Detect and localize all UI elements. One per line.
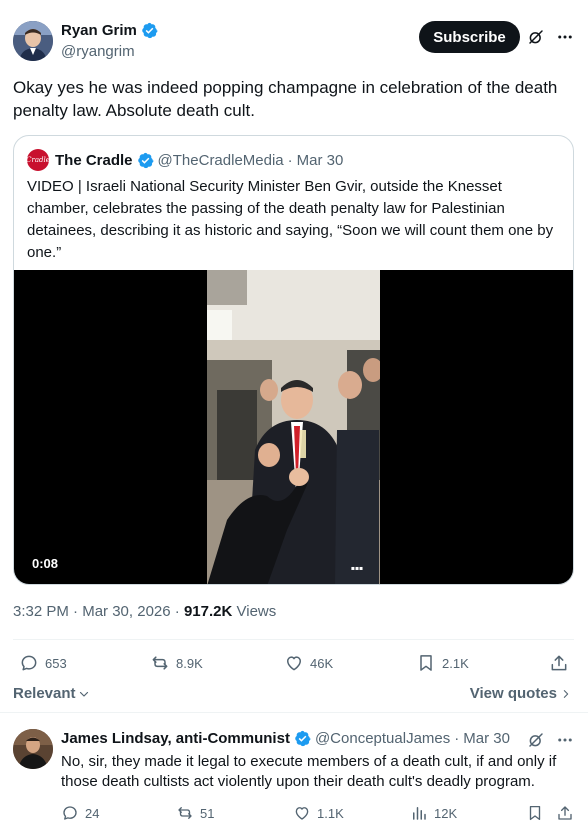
grok-icon[interactable] bbox=[527, 28, 545, 46]
like-count: 46K bbox=[310, 655, 334, 671]
reply-reply-button[interactable]: 24 bbox=[61, 802, 99, 824]
verified-badge-icon bbox=[295, 730, 311, 747]
reply-author-name[interactable]: James Lindsay, anti-Communist bbox=[61, 730, 290, 747]
reply-button[interactable]: 653 bbox=[19, 650, 67, 676]
video-still-image: ▪▪▪ bbox=[207, 270, 380, 584]
repost-count: 8.9K bbox=[176, 655, 203, 671]
repost-icon bbox=[178, 807, 192, 819]
reply-icon bbox=[63, 806, 77, 820]
separator-dot: · bbox=[454, 730, 460, 747]
reply-like-button[interactable]: 1.1K bbox=[293, 802, 344, 824]
author-avatar-image bbox=[13, 21, 53, 61]
reply-icon bbox=[21, 655, 37, 671]
separator-dot: · bbox=[287, 151, 293, 169]
quoted-tweet-header: Cradle The Cradle @TheCradleMedia · Mar … bbox=[26, 149, 344, 171]
separator-dot: · bbox=[174, 603, 180, 620]
more-icon[interactable] bbox=[556, 731, 574, 749]
quoted-tweet-text: VIDEO | Israeli National Security Minist… bbox=[27, 178, 554, 261]
share-button[interactable] bbox=[549, 650, 569, 676]
reply-repost-count: 51 bbox=[200, 805, 215, 821]
tweet-text: Okay yes he was indeed popping champagne… bbox=[13, 78, 558, 120]
sort-label: Relevant bbox=[13, 685, 76, 702]
bookmark-button[interactable]: 2.1K bbox=[416, 650, 469, 676]
repost-button[interactable]: 8.9K bbox=[150, 650, 203, 676]
tweet-actions: 653 8.9K 46K 2.1K bbox=[0, 650, 588, 676]
reply-bookmark-button[interactable] bbox=[526, 802, 544, 824]
heart-icon bbox=[295, 807, 309, 820]
heart-icon bbox=[287, 656, 301, 671]
chevron-right-icon bbox=[563, 689, 569, 698]
reply-author-handle[interactable]: @ConceptualJames bbox=[315, 730, 450, 747]
reply-actions: 24 51 1.1K 12K bbox=[0, 802, 588, 824]
video-player[interactable]: ▪▪▪ 0:08 bbox=[14, 270, 573, 584]
reply-count: 653 bbox=[45, 655, 67, 671]
video-frame: ▪▪▪ bbox=[207, 270, 380, 584]
quoted-author-handle[interactable]: @TheCradleMedia bbox=[158, 152, 284, 169]
tweet-date[interactable]: Mar 30, 2026 bbox=[82, 603, 170, 620]
reply-date[interactable]: Mar 30 bbox=[463, 730, 510, 747]
views-chart-icon bbox=[413, 807, 426, 820]
reply-views-button[interactable]: 12K bbox=[410, 802, 457, 824]
reply-views-count: 12K bbox=[434, 805, 458, 821]
separator-dot: · bbox=[73, 603, 79, 620]
view-quotes-link[interactable]: View quotes bbox=[470, 685, 571, 702]
share-icon bbox=[551, 655, 567, 671]
bookmark-icon bbox=[420, 655, 432, 671]
share-icon bbox=[558, 806, 572, 820]
quoted-tweet-date[interactable]: Mar 30 bbox=[297, 152, 344, 169]
divider bbox=[13, 639, 574, 640]
bookmark-count: 2.1K bbox=[442, 655, 469, 671]
repost-icon bbox=[152, 656, 168, 670]
video-duration: 0:08 bbox=[26, 554, 65, 573]
quoted-author-name[interactable]: The Cradle bbox=[55, 152, 133, 169]
reply-tweet[interactable]: James Lindsay, anti-Communist @Conceptua… bbox=[0, 712, 588, 839]
views-label: Views bbox=[236, 603, 277, 620]
quoted-tweet-card[interactable]: Cradle The Cradle @TheCradleMedia · Mar … bbox=[13, 135, 574, 585]
quoted-author-avatar[interactable]: Cradle bbox=[26, 149, 50, 171]
tweet-time[interactable]: 3:32 PM bbox=[13, 603, 69, 620]
reply-text: No, sir, they made it legal to execute m… bbox=[61, 753, 557, 790]
reply-author-avatar[interactable] bbox=[13, 729, 53, 769]
like-button[interactable]: 46K bbox=[284, 650, 333, 676]
reply-share-button[interactable] bbox=[556, 802, 574, 824]
svg-text:▪▪▪: ▪▪▪ bbox=[351, 565, 363, 572]
grok-icon[interactable] bbox=[527, 731, 545, 749]
reply-like-count: 1.1K bbox=[317, 805, 344, 821]
more-icon[interactable] bbox=[556, 28, 574, 46]
tweet-meta: 3:32 PM · Mar 30, 2026 · 917.2K Views bbox=[13, 603, 276, 620]
verified-badge-icon bbox=[137, 152, 154, 168]
reply-avatar-image bbox=[13, 729, 53, 769]
author-handle[interactable]: @ryangrim bbox=[61, 43, 135, 60]
reply-repost-button[interactable]: 51 bbox=[176, 802, 214, 824]
views-count: 917.2K bbox=[183, 603, 233, 620]
author-name-row[interactable]: Ryan Grim bbox=[61, 22, 158, 39]
author-avatar[interactable] bbox=[13, 21, 53, 61]
verified-badge-icon bbox=[142, 22, 158, 39]
chevron-down-icon bbox=[79, 691, 88, 697]
subscribe-button[interactable]: Subscribe bbox=[419, 21, 520, 53]
author-display-name[interactable]: Ryan Grim bbox=[61, 22, 137, 39]
reply-header: James Lindsay, anti-Communist @Conceptua… bbox=[61, 730, 510, 747]
bookmark-icon bbox=[529, 805, 541, 821]
sort-dropdown[interactable]: Relevant bbox=[13, 685, 90, 702]
view-quotes-label: View quotes bbox=[469, 685, 557, 702]
reply-reply-count: 24 bbox=[85, 805, 100, 821]
